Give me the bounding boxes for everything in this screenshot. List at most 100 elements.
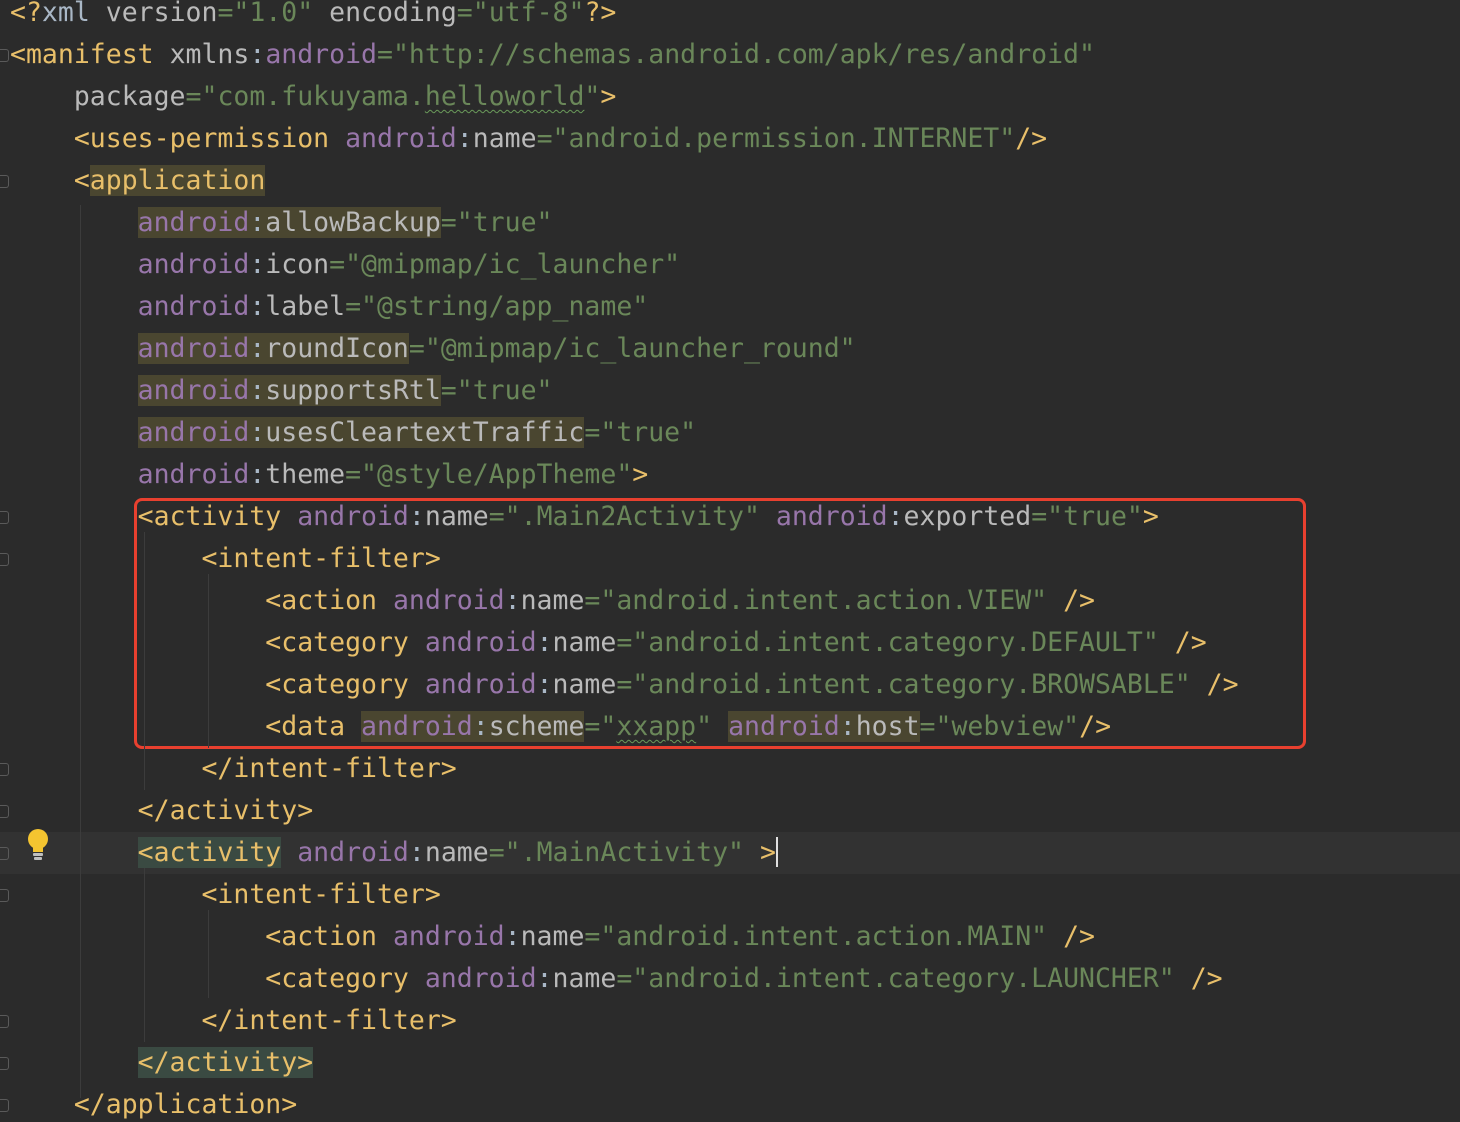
code-line[interactable]: </intent-filter> xyxy=(0,748,1460,790)
code-token: "true" xyxy=(1047,501,1143,532)
fold-marker-icon[interactable] xyxy=(0,1057,9,1070)
code-token: "true" xyxy=(456,207,553,238)
code-token: action xyxy=(281,921,393,952)
code-line[interactable]: <category android:name="android.intent.c… xyxy=(0,664,1460,706)
code-line[interactable]: android:icon="@mipmap/ic_launcher" xyxy=(0,244,1460,286)
code-line[interactable]: android:allowBackup="true" xyxy=(0,202,1460,244)
code-token: "android.intent.category.LAUNCHER" xyxy=(632,963,1191,994)
code-line[interactable]: android:supportsRtl="true" xyxy=(0,370,1460,412)
code-token: = xyxy=(488,501,505,532)
fold-marker-icon[interactable] xyxy=(0,889,9,902)
code-token: : xyxy=(536,627,553,658)
code-token: = xyxy=(919,711,936,742)
fold-marker-icon[interactable] xyxy=(0,511,9,524)
code-token: name xyxy=(552,963,617,994)
code-token: : xyxy=(536,669,553,700)
fold-marker-icon[interactable] xyxy=(0,49,9,62)
code-line[interactable]: android:roundIcon="@mipmap/ic_launcher_r… xyxy=(0,328,1460,370)
code-line[interactable]: android:theme="@style/AppTheme"> xyxy=(0,454,1460,496)
code-token: " xyxy=(696,711,729,742)
code-token: "@style/AppTheme" xyxy=(361,459,633,490)
code-line[interactable]: </activity> xyxy=(0,1042,1460,1084)
code-token: activity xyxy=(153,501,298,532)
code-token: <? xyxy=(10,0,42,28)
code-token: "com.fukuyama. xyxy=(201,81,425,112)
code-token: /> xyxy=(1206,669,1239,700)
code-token: /> xyxy=(1063,921,1095,952)
lightbulb-icon[interactable] xyxy=(25,828,51,862)
code-line[interactable]: <activity android:name=".MainActivity" > xyxy=(0,832,1460,874)
code-line-text: <category android:name="android.intent.c… xyxy=(10,664,1239,706)
code-token: category xyxy=(281,963,425,994)
fold-marker-icon[interactable] xyxy=(0,847,9,860)
code-token: android xyxy=(137,207,250,238)
code-line[interactable]: android:label="@string/app_name" xyxy=(0,286,1460,328)
code-line-text: <activity android:name=".Main2Activity" … xyxy=(10,496,1159,538)
code-token: "1.0" xyxy=(233,0,330,28)
fold-marker-icon[interactable] xyxy=(0,805,9,818)
code-line-text: android:icon="@mipmap/ic_launcher" xyxy=(10,244,681,286)
code-line[interactable]: </application> xyxy=(0,1084,1460,1122)
code-token: < xyxy=(265,627,282,658)
code-token: android xyxy=(424,669,537,700)
code-line[interactable]: <data android:scheme="xxapp" android:hos… xyxy=(0,706,1460,748)
code-token: name xyxy=(520,585,585,616)
code-line[interactable]: <intent-filter> xyxy=(0,874,1460,916)
code-token: < xyxy=(201,543,218,574)
fold-marker-icon[interactable] xyxy=(0,763,9,776)
code-line[interactable]: <category android:name="android.intent.c… xyxy=(0,958,1460,1000)
code-token: ?> xyxy=(584,0,617,28)
code-line[interactable]: package="com.fukuyama.helloworld"> xyxy=(0,76,1460,118)
code-token: android xyxy=(345,123,457,154)
code-token: < xyxy=(265,963,282,994)
code-token: "android.intent.action.MAIN" xyxy=(600,921,1064,952)
code-token: "http://schemas.android.com/apk/res/andr… xyxy=(392,39,1095,70)
code-line[interactable]: <intent-filter> xyxy=(0,538,1460,580)
code-line-text: </activity> xyxy=(10,790,314,832)
fold-marker-icon[interactable] xyxy=(0,175,9,188)
code-token: intent-filter xyxy=(233,1005,441,1036)
code-line-text: </application> xyxy=(10,1084,297,1122)
code-token: "@mipmap/ic_launcher" xyxy=(345,249,681,280)
code-editor[interactable]: <?xml version="1.0" encoding="utf-8"?> <m… xyxy=(0,0,1460,1122)
code-token: " xyxy=(600,711,617,742)
code-token: = xyxy=(584,921,601,952)
code-line[interactable]: <manifest xmlns:android="http://schemas.… xyxy=(0,34,1460,76)
code-line[interactable]: <action android:name="android.intent.act… xyxy=(0,916,1460,958)
code-token: = xyxy=(440,375,457,406)
code-token: android xyxy=(297,501,409,532)
code-line[interactable]: </intent-filter> xyxy=(0,1000,1460,1042)
code-line[interactable]: <uses-permission android:name="android.p… xyxy=(0,118,1460,160)
code-line[interactable]: <activity android:name=".Main2Activity" … xyxy=(0,496,1460,538)
code-line[interactable]: </activity> xyxy=(0,790,1460,832)
code-line-text: android:usesCleartextTraffic="true" xyxy=(10,412,696,454)
code-token: action xyxy=(281,585,393,616)
code-token: " xyxy=(584,81,601,112)
fold-marker-icon[interactable] xyxy=(0,1015,9,1028)
code-token: </ xyxy=(73,1089,106,1120)
code-token: > xyxy=(1142,501,1159,532)
fold-marker-icon[interactable] xyxy=(0,553,9,566)
code-token: "webview" xyxy=(935,711,1080,742)
code-token: : xyxy=(249,333,266,364)
code-token: > xyxy=(600,81,617,112)
code-line[interactable]: <?xml version="1.0" encoding="utf-8"?> xyxy=(0,0,1460,34)
code-token: name xyxy=(520,921,585,952)
code-line[interactable]: android:usesCleartextTraffic="true" xyxy=(0,412,1460,454)
code-line[interactable]: <application xyxy=(0,160,1460,202)
fold-marker-icon[interactable] xyxy=(0,1099,9,1112)
code-line[interactable]: <action android:name="android.intent.act… xyxy=(0,580,1460,622)
code-token: package xyxy=(73,81,186,112)
code-token: : xyxy=(408,837,425,868)
code-line[interactable]: <category android:name="android.intent.c… xyxy=(0,622,1460,664)
